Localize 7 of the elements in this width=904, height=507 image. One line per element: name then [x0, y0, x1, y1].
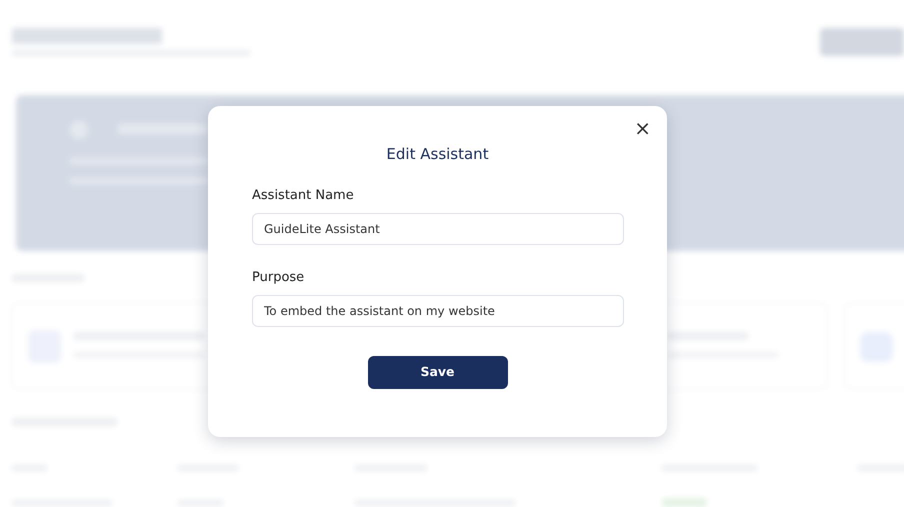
field-label: Purpose — [252, 270, 304, 286]
dialog-title: Edit Assistant — [385, 144, 490, 164]
input-field[interactable]: GuideLite Assistant — [252, 213, 624, 245]
field-label: Assistant Name — [252, 188, 354, 204]
save-button[interactable]: Save — [368, 356, 508, 389]
input-field[interactable]: To embed the assistant on my website — [252, 295, 624, 327]
close-button[interactable]: × — [634, 120, 651, 136]
